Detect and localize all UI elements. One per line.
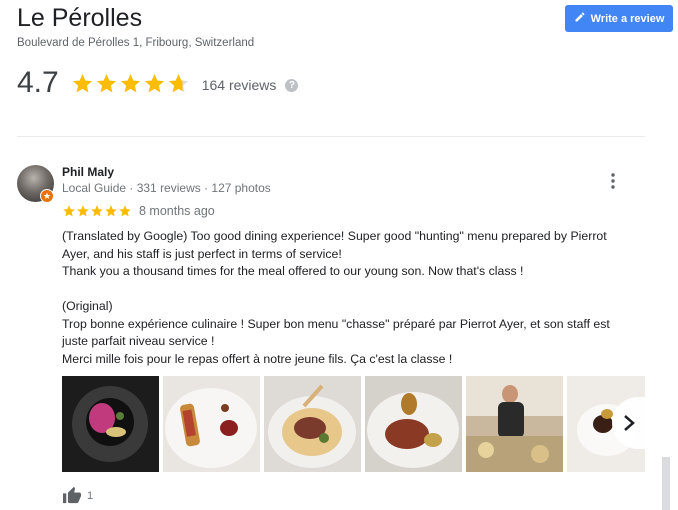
star-icon (72, 73, 92, 92)
review-photo[interactable] (466, 376, 563, 472)
rating-summary: 4.7 164 reviews ? (17, 66, 299, 100)
divider (17, 136, 645, 137)
review-line: Trop bonne expérience culinaire ! Super … (62, 316, 610, 331)
star-icon (91, 205, 103, 217)
review-line: juste parfait niveau service ! (62, 334, 215, 348)
star-icon (105, 205, 117, 217)
pencil-icon (574, 11, 586, 26)
review-photo[interactable] (365, 376, 462, 472)
review-photo[interactable] (62, 376, 159, 472)
star-icon (168, 73, 188, 92)
avatar[interactable] (17, 165, 54, 203)
reviewer-name[interactable]: Phil Maly (62, 165, 114, 179)
thumbs-up-icon (63, 486, 81, 504)
star-icon (63, 205, 75, 217)
place-address: Boulevard de Pérolles 1, Fribourg, Switz… (17, 37, 255, 49)
review-photo[interactable] (264, 376, 361, 472)
star-icon (144, 73, 164, 92)
like-button[interactable]: 1 (62, 486, 93, 504)
review-rating-row: 8 months ago (62, 204, 215, 218)
more-options-button[interactable] (605, 171, 621, 191)
rating-stars (71, 72, 190, 95)
scrollbar[interactable] (662, 457, 670, 510)
original-label: (Original) (62, 299, 113, 313)
review-photo[interactable] (163, 376, 260, 472)
like-count: 1 (87, 490, 94, 502)
review-line: (Translated by Google) Too good dining e… (62, 229, 607, 243)
star-icon (96, 73, 116, 92)
help-icon[interactable]: ? (285, 78, 299, 92)
local-guide-badge-icon (40, 189, 54, 203)
review-text: (Translated by Google) Too good dining e… (62, 228, 642, 368)
review-line: Merci mille fois pour le repas offert à … (62, 351, 453, 366)
star-icon (119, 205, 131, 217)
review-date: 8 months ago (139, 204, 215, 218)
more-vert-icon (611, 173, 615, 189)
write-review-label: Write a review (590, 12, 665, 25)
chevron-right-icon (623, 415, 635, 431)
write-review-button[interactable]: Write a review (565, 5, 673, 32)
review-line: Ayer, and his staff is just perfect in t… (62, 246, 342, 261)
review-line: Thank you a thousand times for the meal … (62, 264, 524, 278)
rating-value: 4.7 (17, 66, 59, 99)
review-stars (62, 204, 132, 218)
place-title: Le Pérolles (17, 4, 143, 32)
review-photos (62, 376, 645, 472)
star-icon (77, 205, 89, 217)
review-count[interactable]: 164 reviews (202, 77, 277, 93)
reviewer-meta: Local Guide · 331 reviews · 127 photos (62, 181, 271, 195)
star-icon (120, 73, 140, 92)
